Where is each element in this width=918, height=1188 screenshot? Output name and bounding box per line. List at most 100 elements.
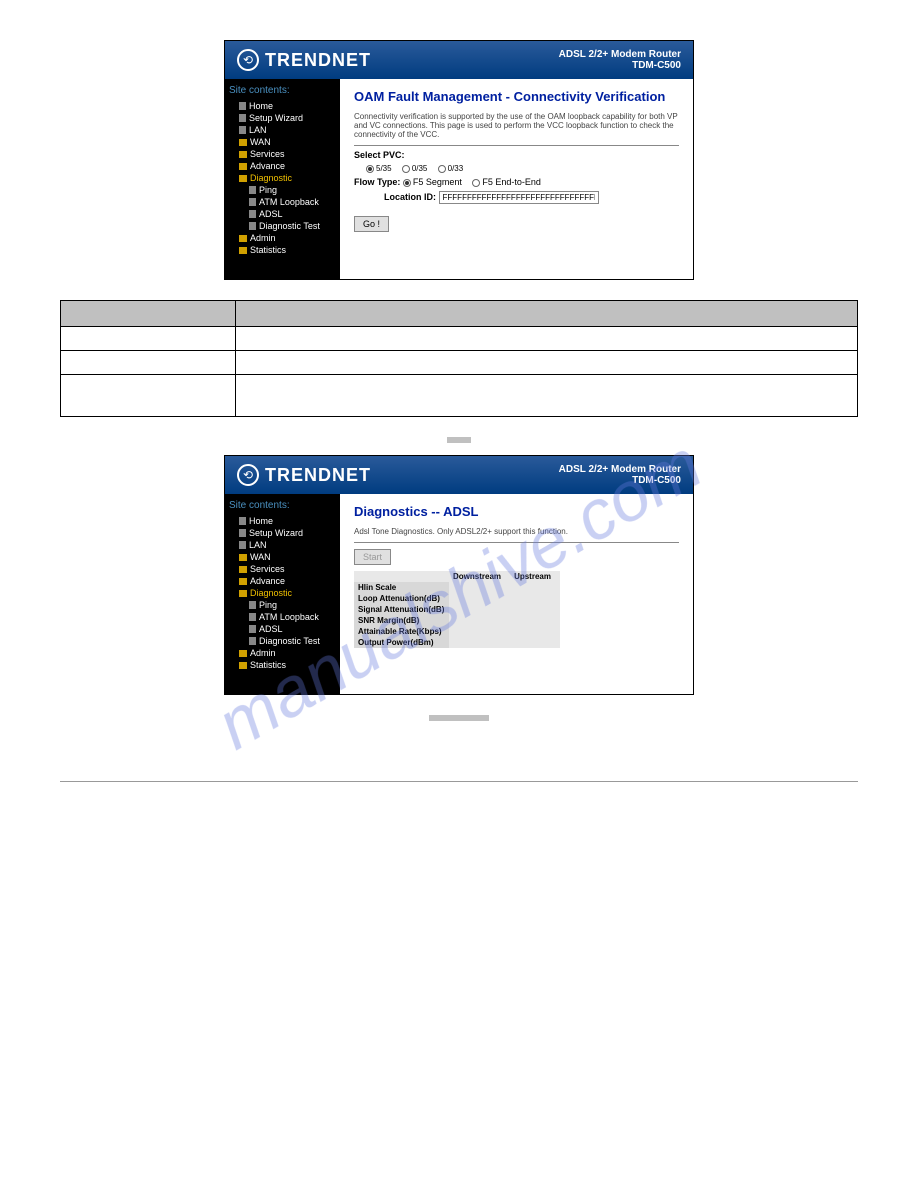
logo-icon: ⟲ — [237, 464, 259, 486]
adsl-row-attainable: Attainable Rate(Kbps) — [354, 626, 560, 637]
folder-icon — [239, 590, 247, 597]
page-icon — [249, 198, 256, 206]
adsl-row-hlin: Hlin Scale — [354, 582, 560, 593]
location-id-label: Location ID: — [384, 192, 436, 202]
folder-icon — [239, 235, 247, 242]
sidebar-item-setup-wizard[interactable]: Setup Wizard — [229, 527, 336, 539]
adsl-row-loop-attn: Loop Attenuation(dB) — [354, 593, 560, 604]
router-ui-oam: ⟲ TRENDNET ADSL 2/2+ Modem Router TDM-C5… — [224, 40, 694, 280]
router-header: ⟲ TRENDNET ADSL 2/2+ Modem Router TDM-C5… — [225, 456, 693, 494]
page-icon — [249, 601, 256, 609]
page-icon — [249, 625, 256, 633]
pvc-radio-group: 5/35 0/35 0/33 — [354, 164, 679, 173]
sidebar-item-adsl[interactable]: ADSL — [229, 623, 336, 635]
sidebar-item-adsl[interactable]: ADSL — [229, 208, 336, 220]
sidebar-item-wan[interactable]: WAN — [229, 136, 336, 148]
sidebar-item-ping[interactable]: Ping — [229, 184, 336, 196]
doc-instruction-start — [60, 715, 858, 721]
select-pvc-label: Select PVC: — [354, 150, 405, 160]
folder-icon — [239, 662, 247, 669]
page-icon — [249, 186, 256, 194]
sidebar-item-advance[interactable]: Advance — [229, 575, 336, 587]
sidebar-item-setup-wizard[interactable]: Setup Wizard — [229, 112, 336, 124]
sidebar-item-advance[interactable]: Advance — [229, 160, 336, 172]
sidebar-item-statistics[interactable]: Statistics — [229, 244, 336, 256]
radio-icon — [438, 165, 446, 173]
table-row — [61, 351, 858, 375]
sidebar-item-diagnostic[interactable]: Diagnostic — [229, 587, 336, 599]
table-header-description — [236, 301, 858, 327]
sidebar-item-lan[interactable]: LAN — [229, 124, 336, 136]
page-icon — [239, 102, 246, 110]
sidebar-item-atm-loopback[interactable]: ATM Loopback — [229, 196, 336, 208]
adsl-diagnostics-table: Downstream Upstream Hlin Scale Loop Atte… — [354, 571, 560, 648]
model-info: ADSL 2/2+ Modem Router TDM-C500 — [559, 464, 681, 486]
pvc-radio-1[interactable]: 5/35 — [366, 164, 392, 173]
sidebar-item-home[interactable]: Home — [229, 515, 336, 527]
page-icon — [249, 613, 256, 621]
brand-text: TRENDNET — [265, 465, 371, 486]
sidebar-item-services[interactable]: Services — [229, 563, 336, 575]
brand-logo: ⟲ TRENDNET — [237, 49, 371, 71]
page-icon — [249, 222, 256, 230]
folder-icon — [239, 578, 247, 585]
adsl-content: Diagnostics -- ADSL Adsl Tone Diagnostic… — [340, 494, 693, 694]
footer-rule — [60, 781, 858, 782]
sidebar-title: Site contents: — [229, 500, 336, 511]
sidebar-nav: Site contents: Home Setup Wizard LAN WAN… — [225, 494, 340, 694]
adsl-col-blank — [354, 571, 449, 582]
folder-icon — [239, 163, 247, 170]
sidebar-item-admin[interactable]: Admin — [229, 232, 336, 244]
flow-type-radio-1[interactable]: F5 Segment — [403, 177, 462, 187]
model-number: TDM-C500 — [559, 60, 681, 71]
doc-instruction-go — [60, 437, 858, 443]
page-description: Connectivity verification is supported b… — [354, 112, 679, 146]
inline-go-button — [447, 437, 471, 443]
page-icon — [239, 517, 246, 525]
sidebar-title: Site contents: — [229, 85, 336, 96]
table-row — [61, 327, 858, 351]
location-id-input[interactable] — [439, 191, 599, 204]
logo-icon: ⟲ — [237, 49, 259, 71]
flow-type-label: Flow Type: — [354, 177, 400, 187]
sidebar-item-diagnostic-test[interactable]: Diagnostic Test — [229, 635, 336, 647]
sidebar-item-home[interactable]: Home — [229, 100, 336, 112]
sidebar-nav: Site contents: Home Setup Wizard LAN WAN… — [225, 79, 340, 279]
radio-icon — [366, 165, 374, 173]
sidebar-item-ping[interactable]: Ping — [229, 599, 336, 611]
folder-icon — [239, 247, 247, 254]
radio-icon — [402, 165, 410, 173]
page-title: Diagnostics -- ADSL — [354, 504, 679, 519]
sidebar-item-diagnostic[interactable]: Diagnostic — [229, 172, 336, 184]
go-button[interactable]: Go ! — [354, 216, 389, 232]
adsl-row-snr: SNR Margin(dB) — [354, 615, 560, 626]
sidebar-item-atm-loopback[interactable]: ATM Loopback — [229, 611, 336, 623]
model-info: ADSL 2/2+ Modem Router TDM-C500 — [559, 49, 681, 71]
page-title: OAM Fault Management - Connectivity Veri… — [354, 89, 679, 104]
folder-icon — [239, 650, 247, 657]
page-description: Adsl Tone Diagnostics. Only ADSL2/2+ sup… — [354, 527, 679, 543]
adsl-col-downstream: Downstream — [449, 571, 505, 582]
brand-logo: ⟲ TRENDNET — [237, 464, 371, 486]
radio-icon — [472, 179, 480, 187]
sidebar-item-wan[interactable]: WAN — [229, 551, 336, 563]
sidebar-item-admin[interactable]: Admin — [229, 647, 336, 659]
pvc-radio-2[interactable]: 0/35 — [402, 164, 428, 173]
sidebar-item-statistics[interactable]: Statistics — [229, 659, 336, 671]
sidebar-item-diagnostic-test[interactable]: Diagnostic Test — [229, 220, 336, 232]
start-button[interactable]: Start — [354, 549, 391, 565]
adsl-col-upstream: Upstream — [505, 571, 560, 582]
flow-type-radio-2[interactable]: F5 End-to-End — [472, 177, 541, 187]
page-icon — [239, 529, 246, 537]
table-header-field — [61, 301, 236, 327]
page-icon — [239, 541, 246, 549]
sidebar-item-lan[interactable]: LAN — [229, 539, 336, 551]
table-row — [61, 375, 858, 417]
oam-content: OAM Fault Management - Connectivity Veri… — [340, 79, 693, 279]
inline-start-button — [429, 715, 489, 721]
product-line: ADSL 2/2+ Modem Router — [559, 49, 681, 60]
page-icon — [249, 210, 256, 218]
sidebar-item-services[interactable]: Services — [229, 148, 336, 160]
pvc-radio-3[interactable]: 0/33 — [438, 164, 464, 173]
folder-icon — [239, 554, 247, 561]
